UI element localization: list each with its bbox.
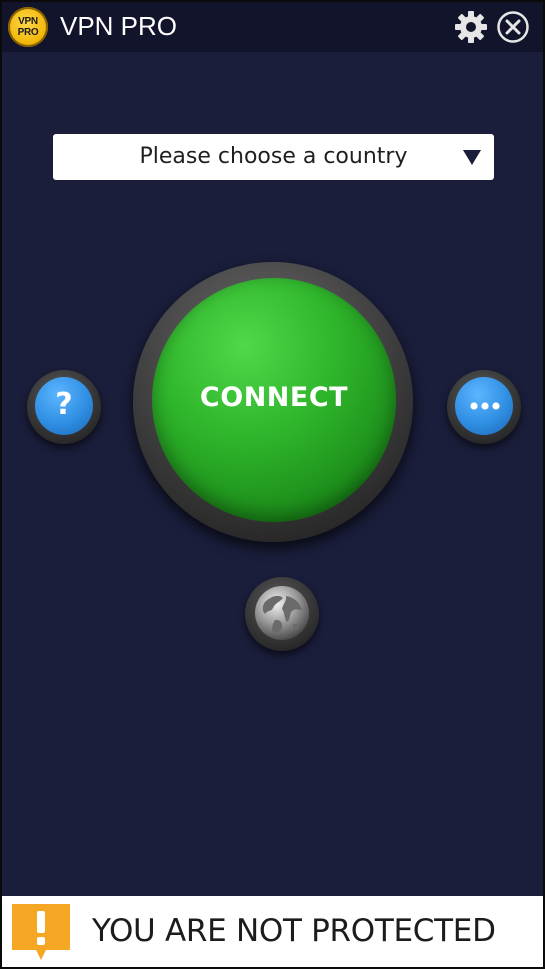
- title-bar: VPN PRO VPN PRO: [2, 2, 543, 52]
- country-dropdown[interactable]: Please choose a country: [53, 134, 494, 180]
- app-window: VPN PRO VPN PRO Please choose a country: [0, 0, 545, 969]
- connect-button-ring: CONNECT: [133, 262, 413, 542]
- server-map-button[interactable]: [245, 577, 319, 651]
- help-button[interactable]: ?: [27, 370, 101, 444]
- connect-button[interactable]: CONNECT: [152, 278, 396, 522]
- globe-icon: [255, 586, 309, 640]
- help-glyph: ?: [55, 387, 73, 422]
- logo-text: VPN PRO: [17, 16, 39, 38]
- close-icon[interactable]: [496, 10, 530, 44]
- more-dots-icon: [455, 377, 513, 435]
- connect-label: CONNECT: [199, 382, 349, 413]
- protection-status-text: YOU ARE NOT PROTECTED: [92, 913, 496, 949]
- app-title: VPN PRO: [60, 11, 178, 41]
- gear-icon[interactable]: [454, 10, 488, 44]
- protection-status-bar: YOU ARE NOT PROTECTED: [2, 896, 543, 967]
- chevron-down-icon: [463, 150, 481, 165]
- app-logo: VPN PRO: [8, 7, 48, 47]
- help-icon: ?: [35, 377, 93, 435]
- dots-glyph: [470, 402, 500, 410]
- warning-icon: [12, 904, 70, 960]
- country-dropdown-label: Please choose a country: [139, 144, 408, 169]
- more-button[interactable]: [447, 370, 521, 444]
